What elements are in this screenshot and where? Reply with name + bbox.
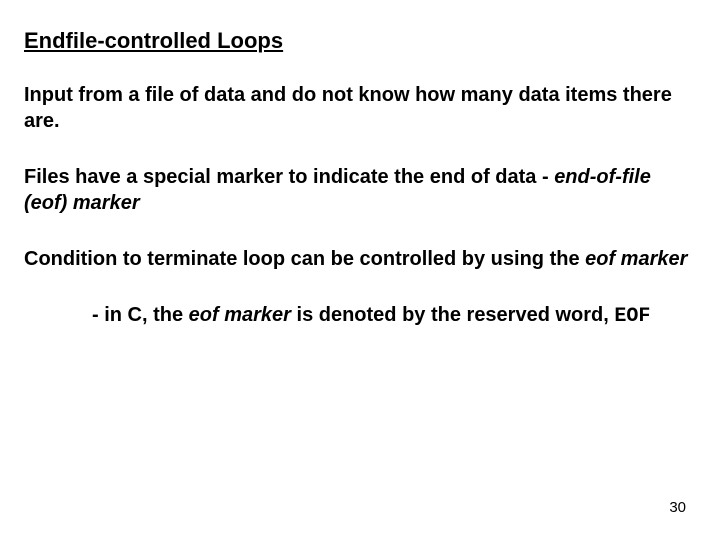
- slide-heading: Endfile-controlled Loops: [24, 28, 696, 54]
- paragraph-2: Files have a special marker to indicate …: [24, 164, 696, 216]
- eof-marker-term-3: eof marker: [189, 304, 291, 326]
- paragraph-3: Condition to terminate loop can be contr…: [24, 246, 696, 272]
- paragraph-1: Input from a file of data and do not kno…: [24, 82, 696, 134]
- paragraph-3-text: Condition to terminate loop can be contr…: [24, 248, 585, 270]
- eof-reserved-word: EOF: [614, 305, 650, 328]
- slide: Endfile-controlled Loops Input from a fi…: [0, 0, 720, 540]
- page-number: 30: [669, 499, 686, 516]
- eof-marker-term-2: eof marker: [585, 248, 687, 270]
- paragraph-2-text: Files have a special marker to indicate …: [24, 166, 554, 188]
- paragraph-4-text-c: is denoted by the reserved word,: [291, 304, 614, 326]
- paragraph-4: - in C, the eof marker is denoted by the…: [24, 302, 696, 330]
- paragraph-4-text-a: - in C, the: [92, 304, 189, 326]
